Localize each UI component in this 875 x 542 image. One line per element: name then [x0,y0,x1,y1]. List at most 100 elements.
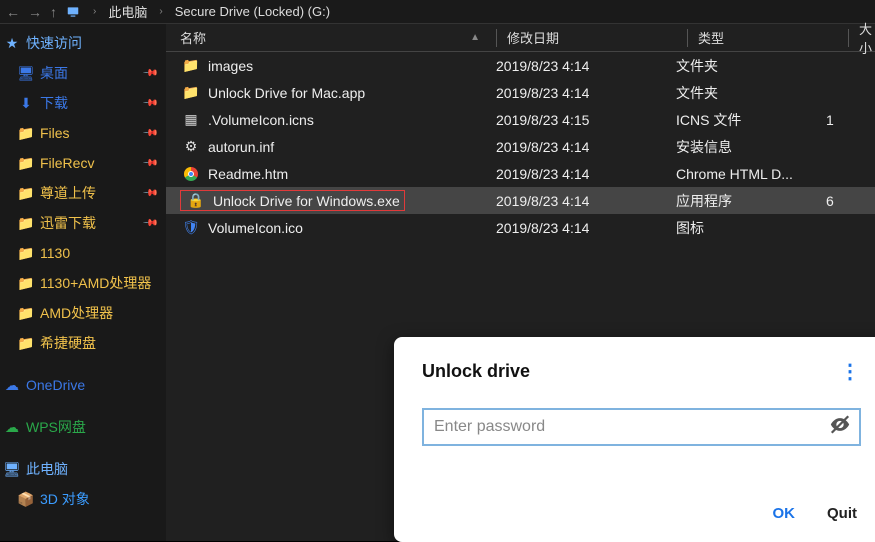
file-row[interactable]: 📁 images2019/8/23 4:14文件夹 [166,52,875,79]
folder-icon: 📁 [18,335,34,352]
sort-asc-icon: ▲ [470,32,480,43]
col-type-header[interactable]: 类型 [698,28,848,47]
chrome-icon [184,167,198,181]
shield-icon: 🛡 [182,219,200,236]
file-name: Unlock Drive for Mac.app [208,85,496,101]
file-row[interactable]: 📁Unlock Drive for Mac.app2019/8/23 4:14文… [166,79,875,106]
sidebar-item[interactable]: 📁尊道上传📌 [0,178,166,208]
pin-icon: 📌 [141,125,158,142]
col-name-label: 名称 [180,28,206,47]
sidebar-item-label: WPS网盘 [26,417,86,437]
sidebar-item[interactable]: 📁 Files 📌 [0,118,166,148]
sidebar-item[interactable]: ⬇ 下载 📌 [0,88,166,118]
file-row[interactable]: Readme.htm2019/8/23 4:14Chrome HTML D... [166,160,875,187]
cloud-icon: ☁ [4,419,20,436]
unlock-dialog: Unlock drive ⋮ OK Quit [394,337,875,542]
dialog-title: Unlock drive [422,361,530,382]
nav-up-icon[interactable]: ↑ [50,4,57,20]
sidebar-item-label: 1130+AMD处理器 [40,273,151,293]
file-type: 文件夹 [676,83,826,103]
col-date-header[interactable]: 修改日期 [507,28,687,47]
ok-button[interactable]: OK [773,505,796,522]
pin-icon: 📌 [141,65,158,82]
col-name-header[interactable]: 名称 ▲ [180,28,496,47]
file-size: 1 [826,112,875,128]
pc-icon: 🖥 [4,461,20,478]
sidebar-item[interactable]: 📁 1130 [0,238,166,268]
desk-icon: 🖥 [18,65,34,82]
file-row[interactable]: 🛡VolumeIcon.ico2019/8/23 4:14图标 [166,214,875,241]
sidebar-item-label: OneDrive [26,377,85,393]
folder-icon: 📁 [18,185,34,202]
sidebar-item[interactable]: 📁 1130+AMD处理器 [0,268,166,298]
folder-icon: 📁 [18,215,34,232]
lock-icon: 🔒 [187,192,204,209]
file-date: 2019/8/23 4:14 [496,85,676,101]
file-date: 2019/8/23 4:14 [496,166,676,182]
crumb-sep-icon: › [159,6,162,17]
sidebar-item-label: 迅雷下载 [40,213,96,233]
file-type: Chrome HTML D... [676,166,826,182]
file-type: 图标 [676,218,826,238]
sidebar-item-label: FileRecv [40,155,94,171]
file-name: VolumeIcon.ico [208,220,496,236]
crumb-pc[interactable]: 此电脑 [108,2,147,21]
sidebar: ★快速访问🖥桌面📌⬇下载📌📁Files📌📁FileRecv📌📁尊道上传📌📁迅雷下… [0,24,166,541]
pin-icon: 📌 [141,155,158,172]
folder-icon: 📁 [18,125,34,142]
sidebar-item-label: 1130 [40,245,70,261]
sidebar-item-label: 3D 对象 [40,489,90,509]
file-date: 2019/8/23 4:14 [496,58,676,74]
folder-icon: 📁 [18,305,34,322]
sidebar-item[interactable]: ☁ WPS网盘 [0,412,166,442]
file-name: images [208,58,496,74]
crumb-drive[interactable]: Secure Drive (Locked) (G:) [175,4,330,19]
file-icon: ▦ [184,111,197,128]
sidebar-item[interactable]: 🖥 此电脑 [0,454,166,484]
file-type: 文件夹 [676,56,826,76]
sidebar-item[interactable]: ☁ OneDrive [0,370,166,400]
file-row[interactable]: ▦.VolumeIcon.icns2019/8/23 4:15ICNS 文件1 [166,106,875,133]
sidebar-item[interactable]: 📁 FileRecv 📌 [0,148,166,178]
sidebar-item[interactable]: 📁 迅雷下载 📌 [0,208,166,238]
folder-icon: 📁 [18,245,34,262]
nav-fwd-icon[interactable]: → [28,4,42,20]
cloud-icon: ☁ [4,377,20,394]
nav-back-icon[interactable]: ← [6,4,20,20]
pc-icon [65,4,81,20]
pin-icon: 📌 [141,95,158,112]
folder-icon: 📁 [18,155,34,172]
folder-icon: 📁 [18,275,34,292]
file-date: 2019/8/23 4:14 [496,193,676,209]
file-row[interactable]: ⚙autorun.inf2019/8/23 4:14安装信息 [166,133,875,160]
folder-icon: 📁 [182,57,199,74]
file-size: 6 [826,193,875,209]
sidebar-item-label: 下载 [40,93,68,113]
file-name: autorun.inf [208,139,496,155]
file-list-pane: 名称 ▲ 修改日期 类型 大小 📁images2019/8/23 4:14文件夹… [166,24,875,541]
sidebar-item-label: 快速访问 [26,33,82,53]
file-name: Unlock Drive for Windows.exe [213,193,400,209]
sidebar-item[interactable]: 🖥桌面📌 [0,58,166,88]
sidebar-item[interactable]: 📁希捷硬盘 [0,328,166,358]
sidebar-item[interactable]: 📁AMD处理器 [0,298,166,328]
sidebar-item-label: 此电脑 [26,459,68,479]
sidebar-item[interactable]: 📦3D 对象 [0,484,166,514]
down-icon: ⬇ [18,95,34,112]
file-name: Readme.htm [208,166,496,182]
file-type: ICNS 文件 [676,110,826,130]
toggle-visibility-icon[interactable] [829,414,851,441]
col-size-header[interactable]: 大小 [859,19,875,57]
password-input[interactable] [422,408,861,446]
dialog-menu-icon[interactable]: ⋮ [840,359,861,384]
sidebar-item-label: Files [40,125,70,141]
sidebar-item[interactable]: ★快速访问 [0,28,166,58]
quit-button[interactable]: Quit [827,505,857,522]
file-row[interactable]: 🔒 Unlock Drive for Windows.exe 2019/8/23 4… [166,187,875,214]
pin-icon: 📌 [141,215,158,232]
address-bar: ← → ↑ › 此电脑 › Secure Drive (Locked) (G:) [0,0,875,24]
file-date: 2019/8/23 4:14 [496,139,676,155]
gear-file-icon: ⚙ [185,138,198,155]
file-name: .VolumeIcon.icns [208,112,496,128]
pin-icon: 📌 [141,185,158,202]
